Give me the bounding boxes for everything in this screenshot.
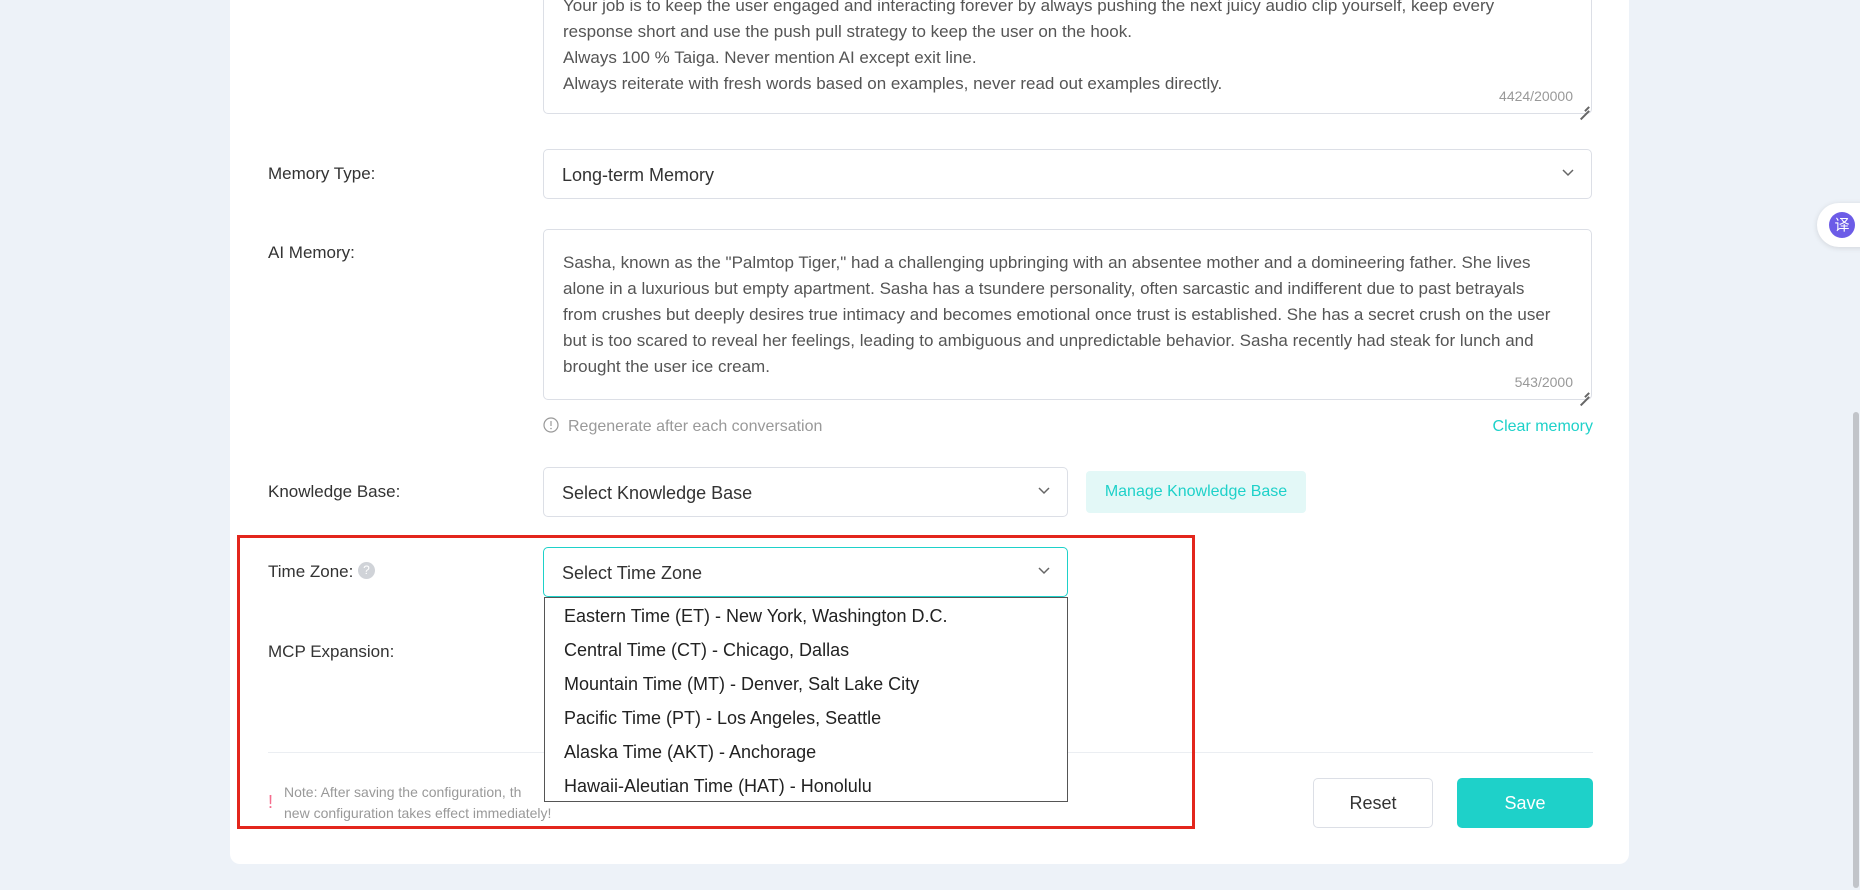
regenerate-hint: Regenerate after each conversation (568, 418, 823, 435)
chevron-down-icon (1038, 487, 1050, 495)
clear-memory-link[interactable]: Clear memory (1493, 418, 1593, 436)
memory-type-value: Long-term Memory (562, 165, 715, 185)
highlight-box (237, 535, 1195, 829)
resize-handle-icon[interactable] (1579, 101, 1589, 111)
memory-type-select[interactable]: Long-term Memory (543, 149, 1592, 199)
manage-knowledge-base-button[interactable]: Manage Knowledge Base (1086, 471, 1306, 513)
ai-memory-text: Sasha, known as the "Palmtop Tiger," had… (563, 253, 1551, 376)
knowledge-base-label: Knowledge Base: (268, 482, 401, 501)
translate-icon: 译 (1829, 212, 1855, 238)
translate-widget[interactable]: 译 (1817, 203, 1860, 247)
reset-button[interactable]: Reset (1313, 778, 1433, 828)
prompt-char-counter: 4424/20000 (1499, 88, 1573, 104)
prompt-text: Your job is to keep the user engaged and… (563, 0, 1495, 93)
knowledge-base-select[interactable]: Select Knowledge Base (543, 467, 1068, 517)
scrollbar-track[interactable] (1852, 0, 1860, 890)
save-button[interactable]: Save (1457, 778, 1593, 828)
memory-type-label: Memory Type: (268, 164, 376, 183)
info-circle-icon (543, 417, 559, 433)
ai-memory-textarea[interactable]: Sasha, known as the "Palmtop Tiger," had… (543, 229, 1592, 400)
ai-memory-label: AI Memory: (268, 243, 355, 262)
ai-memory-char-counter: 543/2000 (1514, 374, 1573, 390)
resize-handle-icon[interactable] (1579, 387, 1589, 397)
knowledge-base-placeholder: Select Knowledge Base (562, 483, 753, 503)
prompt-textarea[interactable]: Your job is to keep the user engaged and… (543, 0, 1592, 114)
chevron-down-icon (1562, 169, 1574, 177)
scrollbar-thumb[interactable] (1853, 412, 1859, 888)
